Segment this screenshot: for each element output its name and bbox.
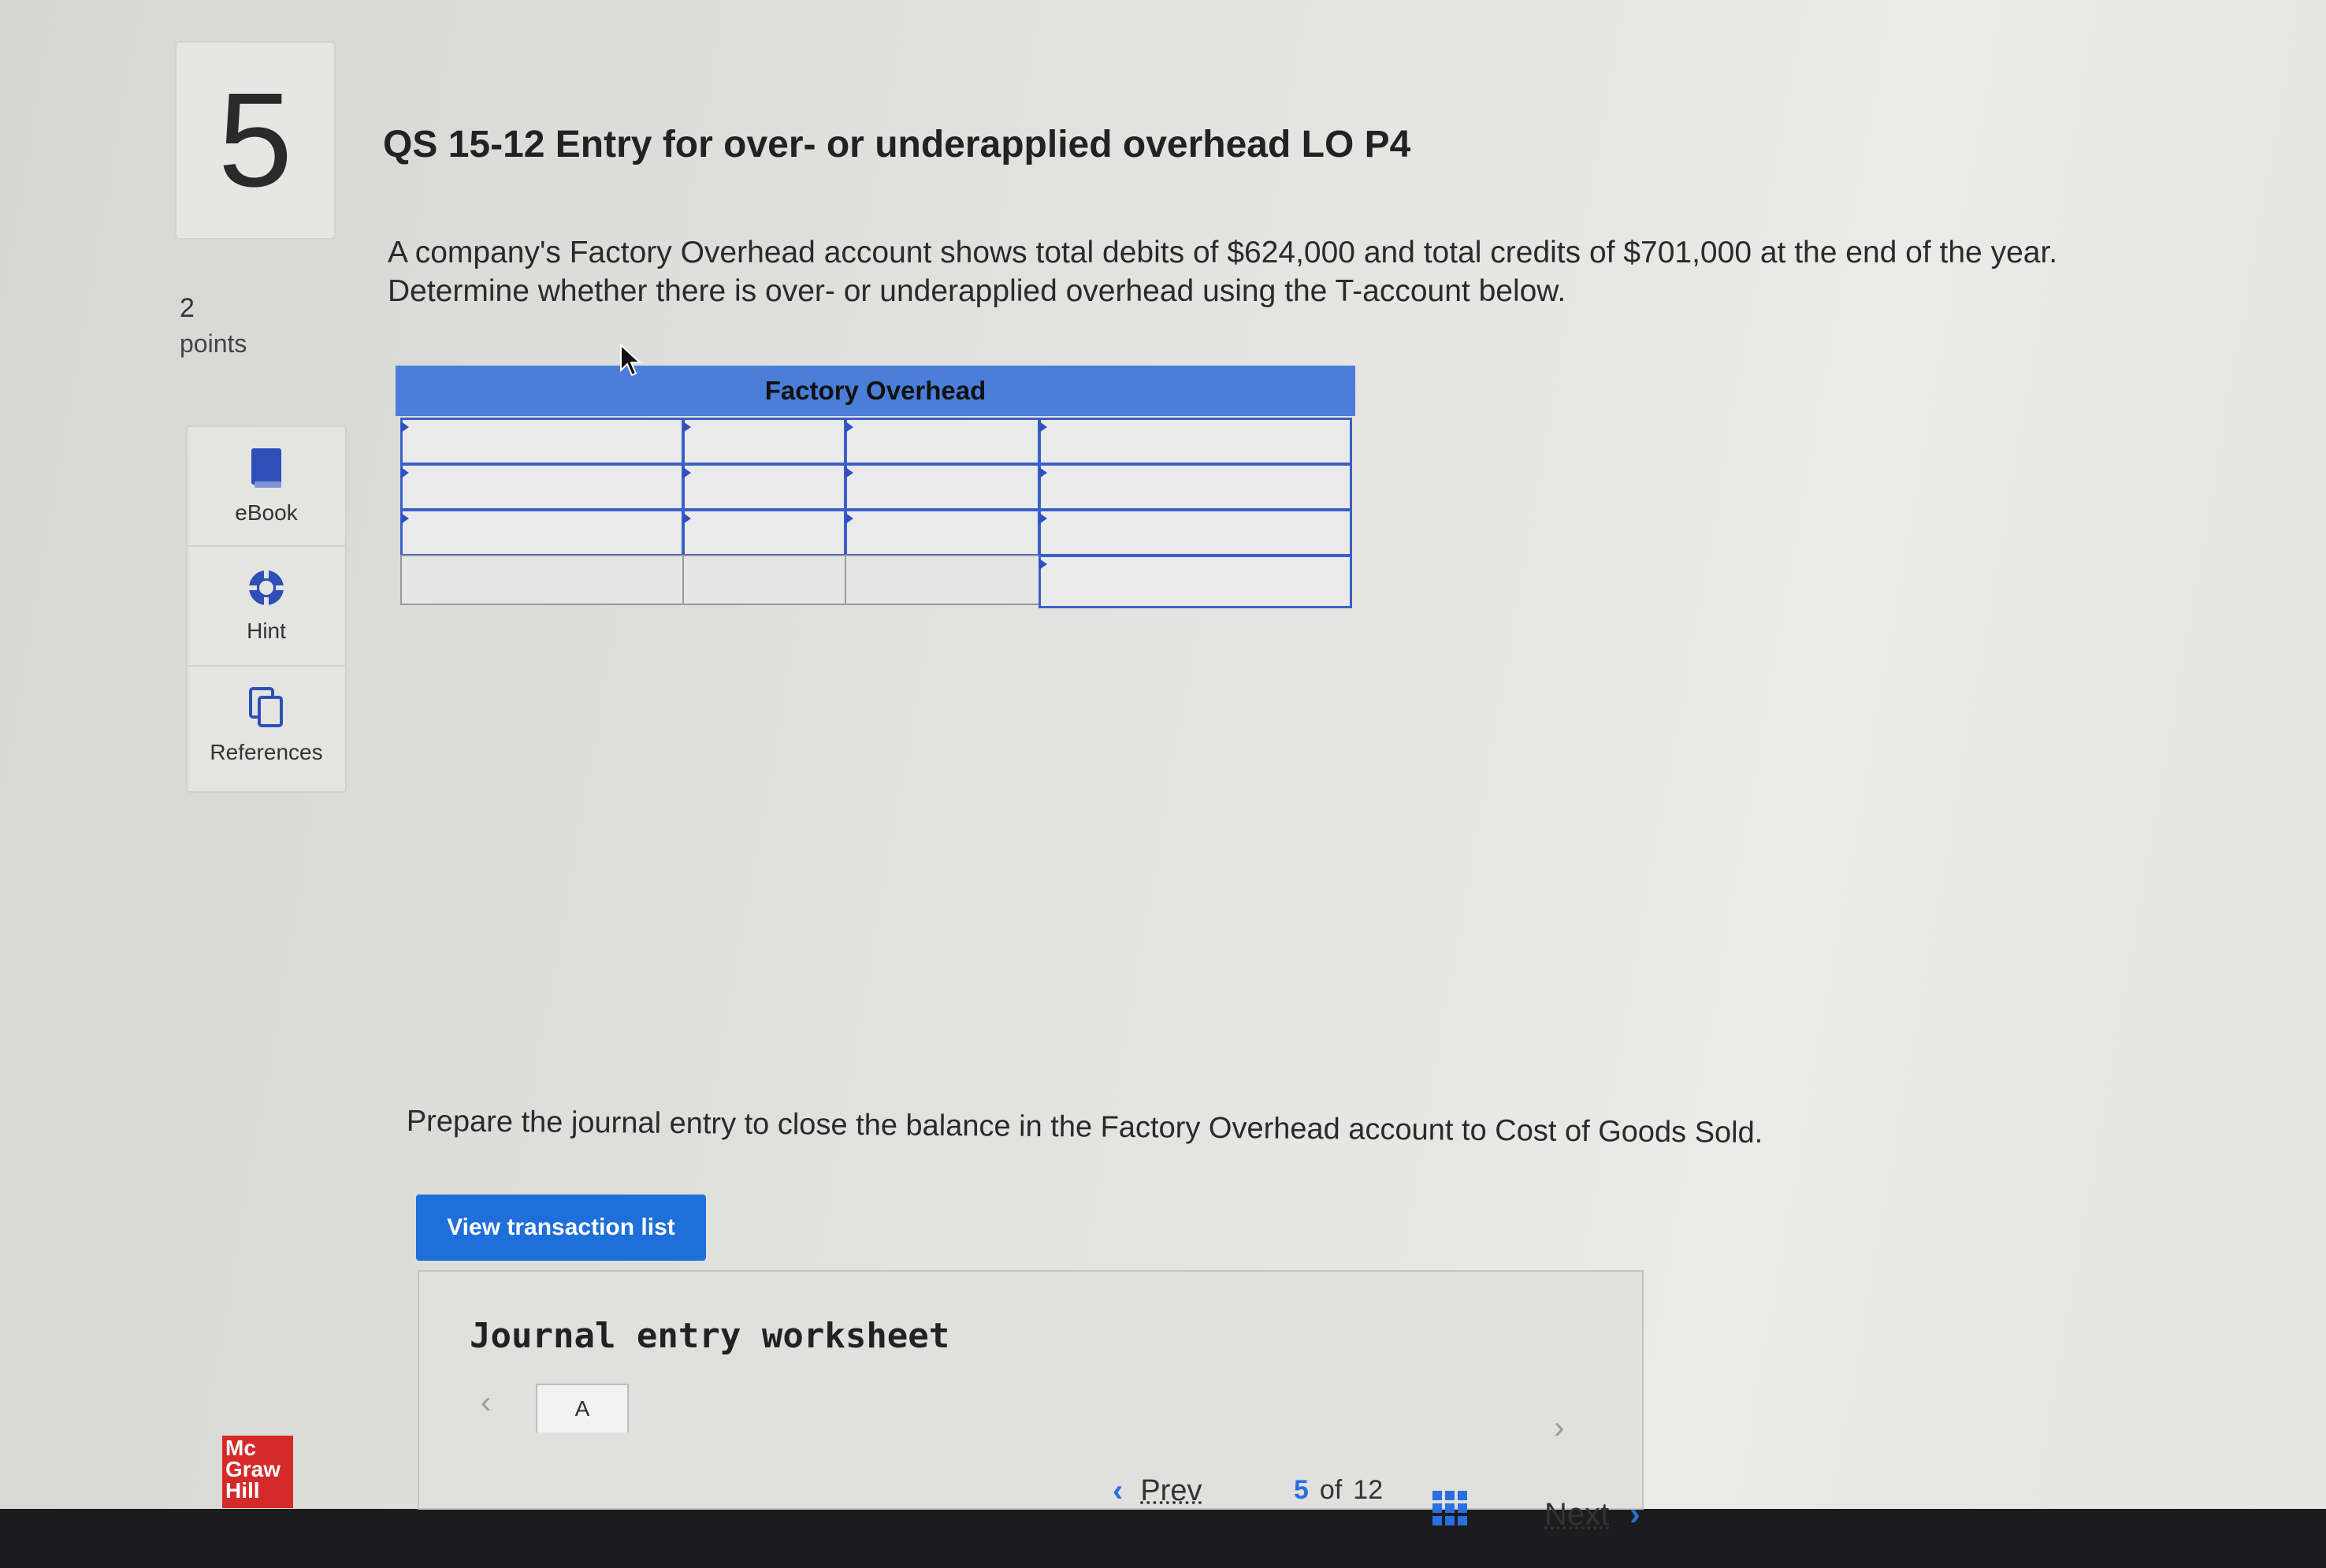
balance-credit-cell bbox=[845, 555, 1040, 605]
debit-amount-cell[interactable] bbox=[682, 418, 846, 465]
current-page: 5 bbox=[1294, 1475, 1309, 1505]
journal-entry-worksheet: Journal entry worksheet ‹ A › bbox=[418, 1270, 1644, 1510]
next-label: Next bbox=[1544, 1497, 1610, 1532]
worksheet-tab-a[interactable]: A bbox=[536, 1384, 629, 1432]
hint-label: Hint bbox=[247, 619, 286, 643]
question-title: QS 15-12 Entry for over- or underapplied… bbox=[383, 124, 1411, 165]
credit-account-cell[interactable] bbox=[1039, 509, 1352, 556]
balance-label-cell bbox=[400, 555, 684, 605]
debit-account-cell[interactable] bbox=[400, 463, 684, 511]
question-number: 5 bbox=[217, 65, 293, 215]
credit-account-cell[interactable] bbox=[1039, 418, 1352, 465]
ebook-button[interactable]: eBook bbox=[188, 427, 345, 547]
total-pages: 12 bbox=[1353, 1475, 1384, 1505]
debit-account-cell[interactable] bbox=[400, 509, 684, 556]
points-label: points bbox=[180, 329, 247, 358]
mouse-cursor-icon bbox=[620, 344, 641, 377]
worksheet-next-icon[interactable]: › bbox=[1554, 1410, 1564, 1446]
question-description: A company's Factory Overhead account sho… bbox=[388, 236, 2058, 308]
next-button[interactable]: Next › bbox=[1544, 1497, 1640, 1533]
references-label: References bbox=[210, 740, 323, 764]
question-number-box: 5 bbox=[175, 41, 336, 240]
lifebuoy-icon bbox=[249, 570, 284, 605]
references-button[interactable]: References bbox=[188, 667, 345, 785]
t-account-header: Factory Overhead bbox=[396, 366, 1355, 416]
mcgraw-hill-logo: Mc Graw Hill bbox=[222, 1436, 293, 1508]
hint-button[interactable]: Hint bbox=[188, 547, 345, 667]
credit-amount-cell[interactable] bbox=[845, 463, 1040, 511]
page-indicator: 5 of 12 bbox=[1294, 1475, 1383, 1506]
tools-panel: eBook Hint References bbox=[186, 425, 347, 793]
credit-account-cell[interactable] bbox=[1039, 463, 1352, 511]
chevron-left-icon: ‹ bbox=[1113, 1473, 1124, 1508]
balance-debit-cell bbox=[682, 555, 846, 605]
prev-label: Prev bbox=[1140, 1474, 1202, 1507]
ebook-label: eBook bbox=[235, 500, 298, 525]
journal-prompt: Prepare the journal entry to close the b… bbox=[406, 1105, 1763, 1150]
debit-account-cell[interactable] bbox=[400, 418, 684, 465]
debit-amount-cell[interactable] bbox=[682, 463, 846, 511]
book-icon bbox=[251, 448, 281, 488]
prev-button[interactable]: ‹ Prev bbox=[1113, 1473, 1202, 1509]
points-value: 2 bbox=[180, 293, 195, 323]
credit-amount-cell[interactable] bbox=[845, 418, 1040, 465]
balance-account-cell[interactable] bbox=[1039, 555, 1352, 608]
t-account-table: Factory Overhead bbox=[396, 366, 1355, 608]
chevron-right-icon: › bbox=[1629, 1497, 1640, 1532]
credit-amount-cell[interactable] bbox=[845, 509, 1040, 556]
debit-amount-cell[interactable] bbox=[682, 509, 846, 556]
screen: 5 2 points eBook Hint References QS 15-1… bbox=[0, 0, 2326, 1532]
view-transaction-list-button[interactable]: View transaction list bbox=[416, 1195, 706, 1261]
of-label: of bbox=[1319, 1475, 1343, 1505]
worksheet-prev-icon[interactable]: ‹ bbox=[481, 1385, 491, 1421]
worksheet-title: Journal entry worksheet bbox=[470, 1316, 950, 1356]
copy-icon bbox=[249, 687, 283, 727]
t-account-grid bbox=[400, 418, 1352, 608]
question-grid-icon[interactable] bbox=[1432, 1491, 1467, 1525]
